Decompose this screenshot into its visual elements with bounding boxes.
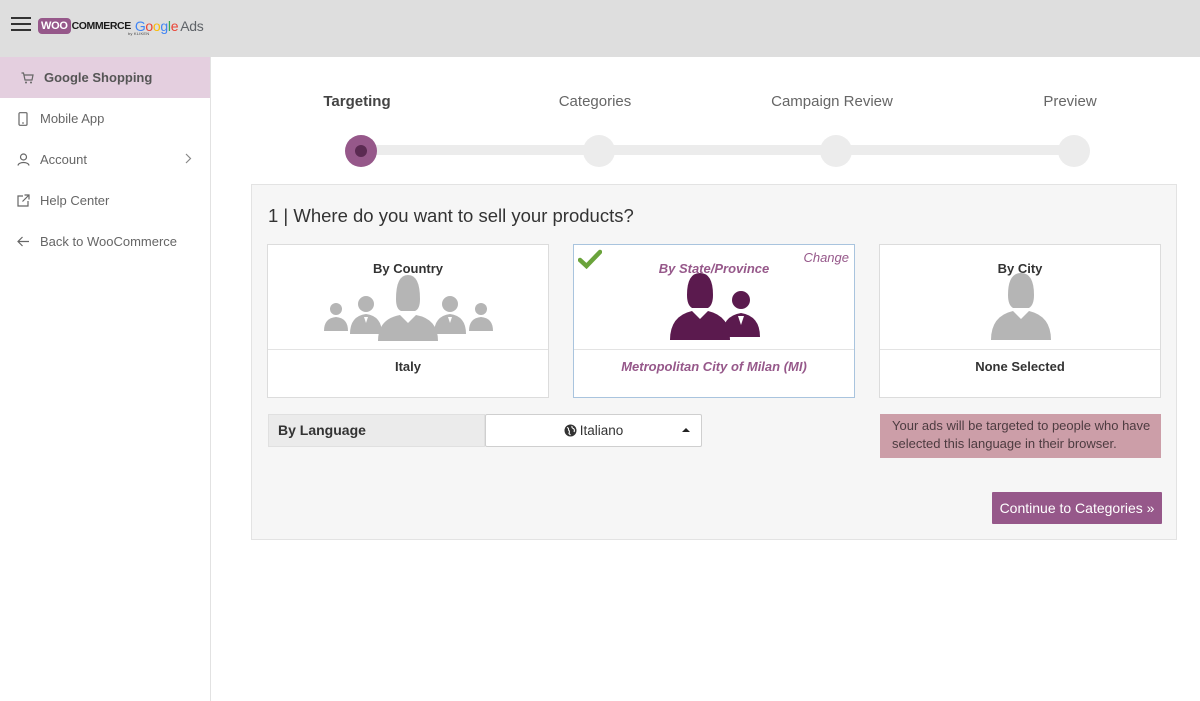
brand-subtitle: by KLIKEN (128, 31, 150, 36)
targeting-question: 1 | Where do you want to sell your produ… (268, 205, 634, 226)
step-progress-track (361, 145, 1075, 155)
sidebar-item-mobile-app[interactable]: Mobile App (0, 98, 210, 139)
language-label: By Language (268, 414, 485, 447)
step-dot-categories[interactable] (583, 135, 615, 167)
step-label-categories[interactable]: Categories (559, 93, 632, 110)
card-by-country[interactable]: By Country Italy (267, 244, 549, 398)
globe-icon (564, 424, 577, 437)
card-divider (268, 349, 548, 350)
card-divider (880, 349, 1160, 350)
hamburger-icon[interactable] (11, 16, 31, 32)
language-select-value: Italiano (579, 423, 624, 438)
card-divider (574, 349, 854, 350)
step-dot-campaign-review[interactable] (820, 135, 852, 167)
card-by-city[interactable]: By City None Selected (879, 244, 1161, 398)
language-select[interactable]: Italiano (485, 414, 702, 447)
step-dot-preview[interactable] (1058, 135, 1090, 167)
top-bar: WOO COMMERCE Google Ads by KLIKEN (0, 0, 1200, 57)
sidebar-item-account[interactable]: Account (0, 139, 210, 180)
step-label-preview[interactable]: Preview (1043, 93, 1096, 110)
sidebar-item-label: Google Shopping (44, 70, 153, 85)
caret-up-icon (682, 428, 690, 432)
woo-logo: WOO (38, 18, 71, 34)
sidebar-item-help-center[interactable]: Help Center (0, 180, 210, 221)
language-info-box: Your ads will be targeted to people who … (880, 414, 1161, 458)
two-people-icon (574, 271, 854, 343)
continue-to-categories-button[interactable]: Continue to Categories » (992, 492, 1162, 524)
sidebar-item-back-to-woocommerce[interactable]: Back to WooCommerce (0, 221, 210, 262)
commerce-logo-text: COMMERCE (71, 20, 132, 32)
sidebar-item-label: Mobile App (40, 111, 105, 126)
card-value-state: Metropolitan City of Milan (MI) (621, 359, 807, 374)
mobile-icon (16, 111, 30, 126)
step-dot-targeting[interactable] (345, 135, 377, 167)
card-value-country: Italy (394, 359, 421, 374)
sidebar-item-label: Account (40, 152, 87, 167)
chevron-right-icon (185, 152, 192, 167)
sidebar-item-google-shopping[interactable]: Google Shopping (0, 57, 210, 98)
external-link-icon (16, 194, 30, 208)
group-people-icon (268, 271, 548, 343)
step-label-targeting[interactable]: Targeting (323, 93, 390, 110)
sidebar-item-label: Back to WooCommerce (40, 234, 178, 249)
card-value-city: None Selected (975, 359, 1065, 374)
person-icon (880, 271, 1160, 343)
card-by-state-province[interactable]: Change By State/Province Metropolitan Ci… (573, 244, 855, 398)
sidebar: Google Shopping Mobile App Account Help … (0, 57, 211, 701)
brand-logo: WOO COMMERCE Google Ads (38, 15, 204, 37)
targeting-panel: 1 | Where do you want to sell your produ… (251, 184, 1177, 540)
step-label-campaign-review[interactable]: Campaign Review (771, 93, 893, 110)
user-icon (16, 153, 30, 167)
sidebar-item-label: Help Center (40, 193, 110, 208)
cart-icon (20, 71, 34, 85)
arrow-left-icon (16, 235, 30, 249)
